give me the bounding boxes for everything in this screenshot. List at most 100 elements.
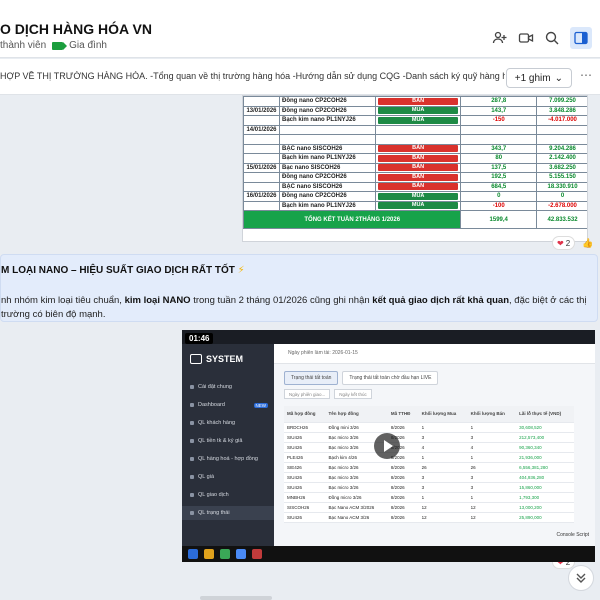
trade-cell-date [243,134,280,145]
scrollbar-handle[interactable] [200,596,272,600]
video-call-icon[interactable] [518,30,534,46]
trade-cell-pnl: 5.155.150 [536,172,587,183]
video-grid-cell: 12 [467,502,517,513]
trade-cell-price: 137,5 [460,162,538,173]
trade-cell-date: 15/01/2026 [243,162,280,173]
buy-badge: MUA [377,192,459,200]
video-grid-cell: Bạc micro 3/26 [325,482,388,493]
chat-title[interactable]: O DỊCH HÀNG HÓA VN [0,21,152,37]
sidebar-toggle-icon[interactable] [570,27,592,49]
video-app-tabs: Trạng thái tất toán Trạng thái tất toán … [284,371,439,385]
video-grid-header: Khối lượng Mua [418,406,468,423]
video-topbar-text: Ngày phiên làm tài: 2026-01-15 [288,350,358,356]
video-grid-cell: 12 [418,512,468,523]
trade-cell-name: Bạch kim nano PL1NYJ26 [278,115,376,126]
pinned-count-button[interactable]: +1 ghim ⌄ [505,68,572,88]
video-app-sidebar: SYSTEM Cài đặt chung Dashboard NEW QL khách… [182,344,274,562]
video-grid-header: Lãi lỗ thực tế (VND) [516,406,574,423]
menu-icon [190,421,194,425]
trade-cell-pnl [536,134,587,145]
video-grid-row: SIU426 Bạc micro 3/26 8/2026 3 3 15,860,000 [284,482,574,493]
add-member-icon[interactable] [492,30,508,46]
trade-row: Bạch kim nano PL1NYJ26 MUA -150 -4.017.000 [243,115,587,126]
pinned-bar: HỢP VỀ THỊ TRƯỜNG HÀNG HÓA. -Tổng quan v… [0,59,600,95]
video-caption: Console Script [556,532,589,538]
video-sidebar-item: Cài đặt chung [182,380,274,394]
members-count[interactable]: thành viên [0,40,46,51]
trade-cell-name: Bạch kim nano PL1NYJ26 [278,153,376,164]
trade-cell-price: 0 [460,191,538,202]
pinned-message-text[interactable]: HỢP VỀ THỊ TRƯỜNG HÀNG HÓA. -Tổng quan v… [0,71,505,81]
folder-icon [204,549,214,559]
trade-cell-price: -150 [460,115,538,126]
play-icon[interactable] [374,433,400,459]
sell-badge: BÁN [377,97,459,105]
video-filter-label: Ngày phiên giao... [284,389,331,399]
video-app-logo: SYSTEM [190,354,243,364]
trade-cell-date [243,172,280,183]
heart-icon: ❤ [557,238,564,248]
search-icon[interactable] [544,30,560,46]
more-icon[interactable]: ⋯ [580,68,592,82]
trade-cell-date: 13/01/2026 [243,105,280,116]
trade-cell-name: Bạch kim nano PL1NYJ26 [278,200,376,211]
pinned-count-label: +1 ghim [514,72,551,84]
trade-cell-name: Bạc nano SISCOH26 [278,162,376,173]
table-reactions[interactable]: ❤ 2 [552,236,576,250]
trade-cell-pnl [536,124,587,135]
trade-cell-pnl: 3.848.286 [536,105,587,116]
trade-cell-name: Đồng nano CP2COH26 [278,191,376,202]
trade-cell-name: BẠC nano SISCOH26 [278,181,376,192]
video-grid-cell: 3 [467,472,517,483]
video-grid-cell: 8/2026 [387,462,419,473]
video-app-filter: Ngày phiên giao... Ngày kết thúc [284,389,372,399]
video-message[interactable]: 01:46 SYSTEM Cài đặt chung Dashboard NEW QL… [182,330,595,562]
video-sidebar-label: QL khách hàng [198,420,236,426]
video-grid-cell: 13,000,200 [516,502,574,513]
menu-icon [190,439,194,443]
video-grid-cell: PLE426 [284,452,326,463]
sell-badge: BÁN [377,183,459,191]
logo-icon [190,354,202,364]
chat-header: O DỊCH HÀNG HÓA VN thành viên Gia đình [0,0,600,58]
trade-row: BẠC nano SISCOH26 BÁN 684,5 18.330.910 [243,181,587,192]
trade-cell-date [243,115,280,126]
video-grid-cell: 1 [418,452,468,463]
trade-cell-price: 287,8 [460,96,538,107]
video-grid-cell: 26 [418,462,468,473]
video-grid-cell: SISCOH26 [284,502,326,513]
video-sidebar-label: QL giá [198,474,215,480]
buy-badge: MUA [377,107,459,115]
chat-app-icon [236,549,246,559]
scroll-to-bottom-button[interactable] [568,565,594,591]
trade-cell-action: BÁN [374,181,462,192]
trade-row: 14/01/2026 [243,124,587,135]
text-message[interactable]: M LOẠI NANO – HIỆU SUẤT GIAO DỊCH RẤT TỐ… [0,254,598,322]
video-grid-row: SIU426 Bạc micro 3/26 8/2026 3 3 404,936,280 [284,472,574,483]
video-app-grid: Mã hợp đồng Tên hợp đồng Mã TTHĐ Khối lượng… [284,406,574,523]
video-grid-cell: 3 [418,432,468,443]
trade-cell-name: Đồng nano CP2COH26 [278,96,376,107]
video-grid-header: Mã TTHĐ [387,406,419,423]
video-duration: 01:46 [185,333,214,344]
video-app-topbar: Ngày phiên làm tài: 2026-01-15 [274,344,595,364]
video-grid-cell: 26 [467,462,517,473]
trade-cell-price: 80 [460,153,538,164]
video-grid-row: SIU426 Bạc micro 3/26 8/2026 3 3 212,573,400 [284,432,574,443]
trade-cell-price: -100 [460,200,538,211]
trade-cell-action: BÁN [374,96,462,107]
sell-badge: BÁN [377,173,459,181]
trade-cell-name [278,124,376,135]
chat-tag[interactable]: Gia đình [69,40,107,51]
video-app-main: Ngày phiên làm tài: 2026-01-15 Trạng thá… [274,344,595,562]
video-grid-cell: Bạc Nano ACM 3/2026 [325,502,388,513]
trade-cell-action: MUA [374,105,462,116]
video-app-name: SYSTEM [206,354,244,364]
video-grid-cell: 8/2026 [387,502,419,513]
browser-icon [220,549,230,559]
trade-table-image[interactable]: Đồng nano CP2COH26 BÁN 287,8 7.099.250 13/01… [242,95,588,242]
message-title-text: M LOẠI NANO – HIỆU SUẤT GIAO DỊCH RẤT TỐ… [1,265,235,276]
like-icon[interactable]: 👍 [582,238,593,249]
video-grid-cell: 212,573,400 [516,432,574,443]
video-grid-header: Khối lượng Bán [467,406,517,423]
